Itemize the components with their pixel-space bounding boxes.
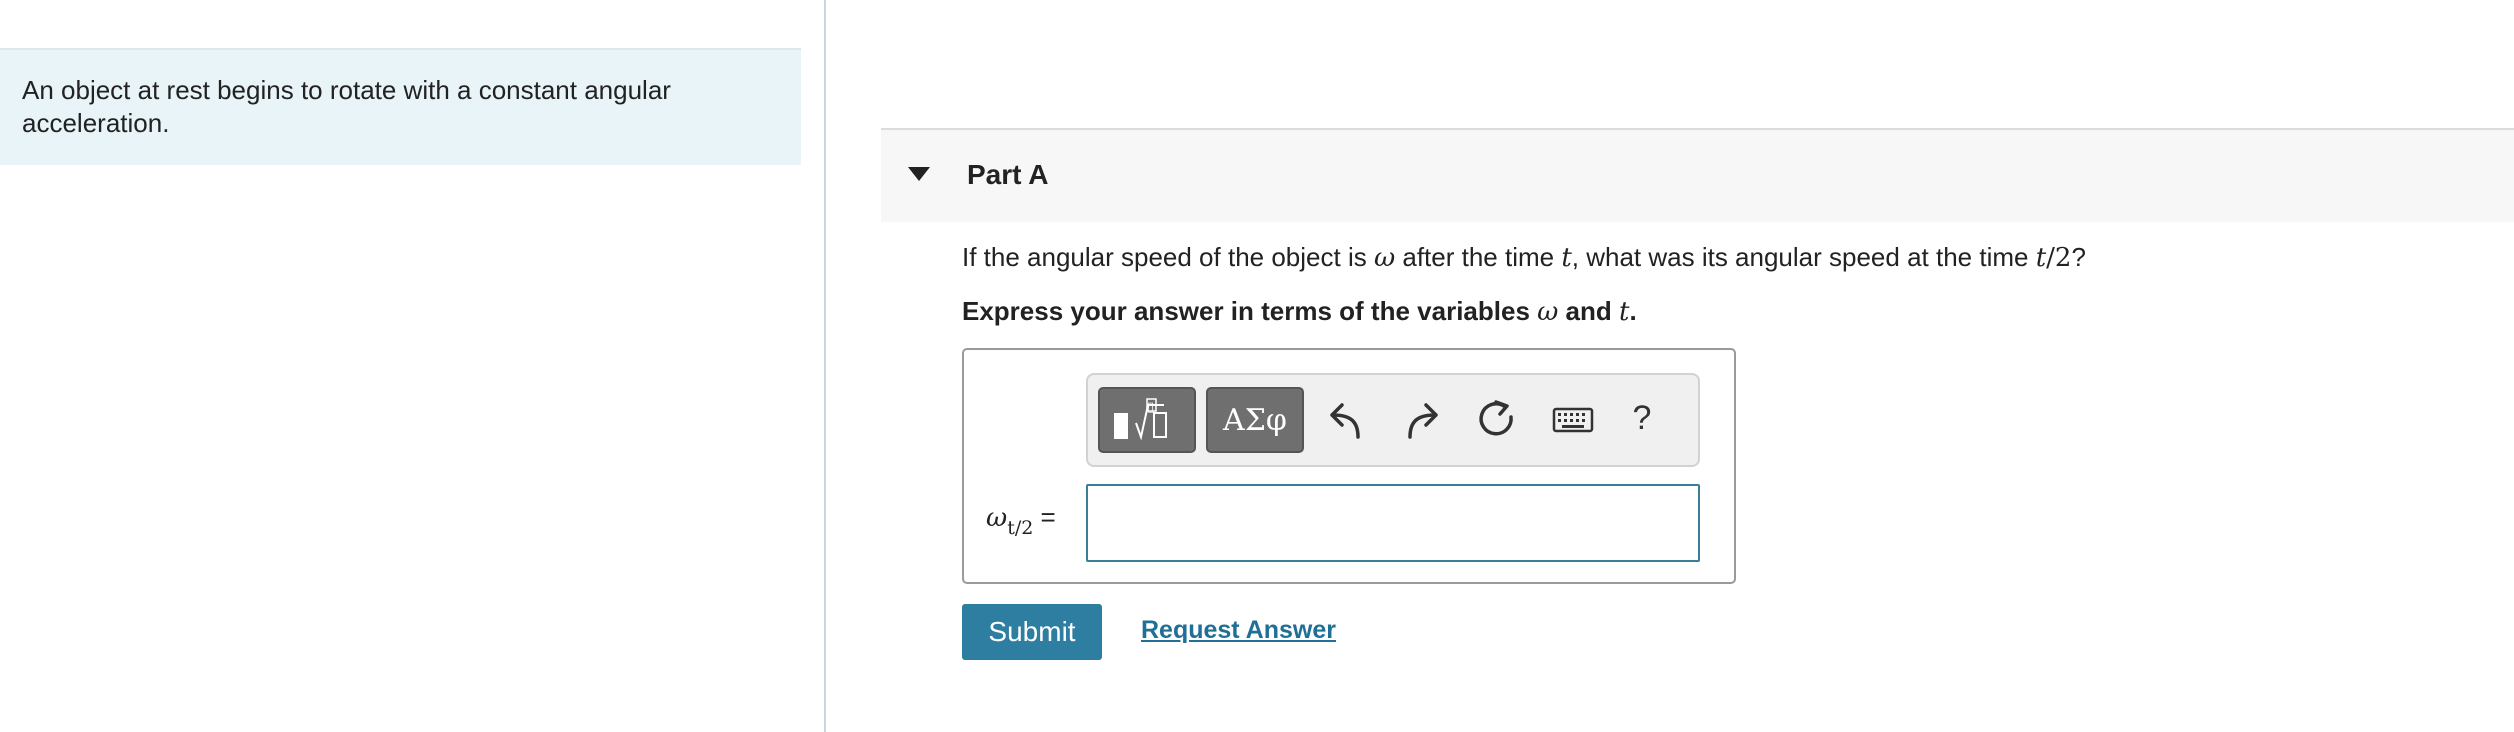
instruction-prefix: Express your answer in terms of the vari… [962,296,1538,326]
variable-subscript: t/2 [1007,517,1034,539]
help-button[interactable]: ? [1622,399,1662,438]
omega-symbol: ω [986,503,1008,533]
math-toolbar: ▯ ΑΣφ ? [1086,373,1700,467]
omega-symbol: ω [1537,297,1559,327]
reset-icon[interactable] [1474,397,1518,441]
templates-button[interactable]: ▯ [1098,387,1196,453]
instruction-text: Express your answer in terms of the vari… [962,296,1637,327]
templates-icon: ▯ [1114,398,1167,441]
symbols-label: ΑΣφ [1223,403,1287,438]
t-half-rest: /2 [2046,243,2072,273]
instruction-and: and [1558,296,1619,326]
part-a-header[interactable]: Part A [881,130,2514,222]
question-middle-2: , what was its angular speed at the time [1571,242,2036,272]
t-symbol: t [1561,243,1572,273]
t-half-variable: t [2035,243,2047,273]
question-suffix: ? [2071,242,2086,272]
answer-variable-label: ωt/2 = [986,502,1056,539]
undo-icon[interactable] [1328,397,1372,441]
redo-icon[interactable] [1400,397,1444,441]
request-answer-link[interactable]: Request Answer [1141,616,1336,645]
omega-symbol: ω [1373,243,1396,273]
answer-input[interactable] [1086,484,1700,562]
question-middle-1: after the time [1395,242,1562,272]
question-prefix: If the angular speed of the object is [962,242,1374,272]
caret-down-icon[interactable] [908,167,930,181]
equals-sign: = [1033,502,1056,532]
symbols-button[interactable]: ΑΣφ [1206,387,1304,453]
answer-panel: ▯ ΑΣφ ? ωt/2 = [962,348,1736,584]
question-text: If the angular speed of the object is ω … [962,242,2086,273]
keyboard-icon[interactable] [1548,397,1598,441]
t-symbol: t [1619,297,1630,327]
submit-button[interactable]: Submit [962,604,1102,660]
problem-intro-text: An object at rest begins to rotate with … [22,75,671,138]
instruction-suffix: . [1629,296,1637,326]
part-title: Part A [967,159,1049,190]
left-pane: An object at rest begins to rotate with … [0,0,826,732]
problem-intro: An object at rest begins to rotate with … [0,50,801,165]
